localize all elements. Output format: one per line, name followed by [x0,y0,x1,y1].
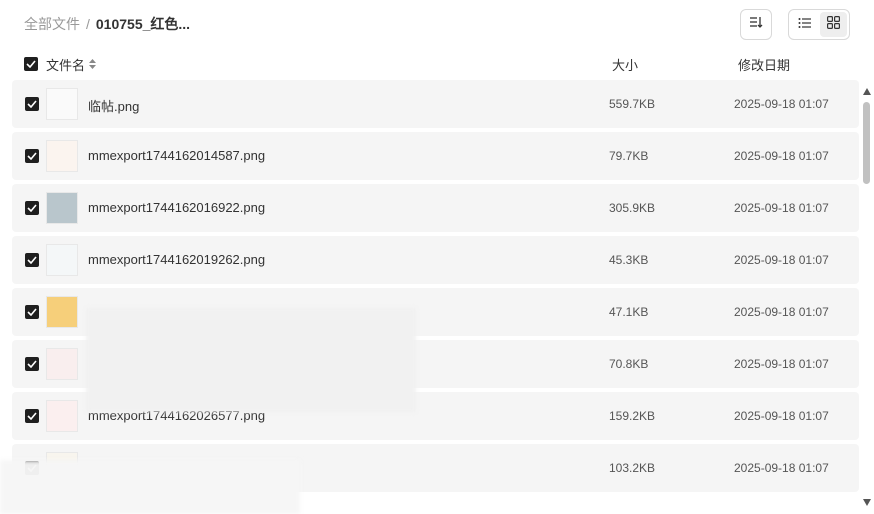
file-modified-date: 2025-09-18 01:07 [734,97,829,111]
file-size: 159.2KB [609,409,656,423]
file-size: 47.1KB [609,305,649,319]
sort-icon [749,15,763,34]
column-header-size[interactable]: 大小 [612,55,638,74]
file-name[interactable]: 临帖.png [88,96,139,115]
file-row[interactable]: mmexport1744162019262.png 45.3KB 2025-09-1… [12,236,859,284]
scroll-up-arrow-icon[interactable] [863,88,871,95]
file-name[interactable]: mmexport1744162014587.png [88,148,265,163]
breadcrumb-separator: / [86,16,90,32]
redaction-overlay [86,308,416,412]
file-size: 79.7KB [609,149,649,163]
grid-view-button[interactable] [820,12,847,37]
sort-toggle-icon[interactable] [89,57,97,72]
column-header-date[interactable]: 修改日期 [738,55,790,74]
file-modified-date: 2025-09-18 01:07 [734,201,829,215]
list-view-icon [798,16,812,34]
file-modified-date: 2025-09-18 01:07 [734,253,829,267]
column-header-name-label: 文件名 [46,57,86,73]
file-row[interactable]: 临帖.png 559.7KB 2025-09-18 01:07 [12,80,859,128]
file-thumbnail [46,140,78,172]
breadcrumb-root-link[interactable]: 全部文件 [24,14,80,34]
file-modified-date: 2025-09-18 01:07 [734,149,829,163]
row-checkbox[interactable] [25,201,39,215]
redaction-overlay [0,460,300,514]
file-size: 45.3KB [609,253,649,267]
sort-button[interactable] [740,9,772,40]
table-header: 文件名 大小 修改日期 [24,54,858,74]
breadcrumb-current-folder: 010755_红色... [95,16,191,32]
file-modified-date: 2025-09-18 01:07 [734,409,829,423]
file-modified-date: 2025-09-18 01:07 [734,357,829,371]
select-all-checkbox[interactable] [24,57,38,71]
file-size: 559.7KB [609,97,656,111]
file-name[interactable]: mmexport1744162016922.png [88,200,265,215]
file-size: 305.9KB [609,201,656,215]
scroll-down-arrow-icon[interactable] [863,499,871,506]
row-checkbox[interactable] [25,357,39,371]
row-checkbox[interactable] [25,149,39,163]
file-modified-date: 2025-09-18 01:07 [734,461,829,475]
row-checkbox[interactable] [25,409,39,423]
file-thumbnail [46,192,78,224]
file-name[interactable]: mmexport1744162019262.png [88,252,265,267]
file-thumbnail [46,296,78,328]
file-thumbnail [46,400,78,432]
file-thumbnail [46,88,78,120]
file-size: 103.2KB [609,461,656,475]
grid-view-icon [827,15,841,34]
file-modified-date: 2025-09-18 01:07 [734,305,829,319]
file-list: 临帖.png 559.7KB 2025-09-18 01:07 mmexport174… [12,80,859,514]
file-row[interactable]: mmexport1744162014587.png 79.7KB 2025-09-1… [12,132,859,180]
row-checkbox[interactable] [25,305,39,319]
toolbar [740,9,850,40]
row-checkbox[interactable] [25,97,39,111]
file-row[interactable]: mmexport1744162016922.png 305.9KB 2025-09-… [12,184,859,232]
list-view-button[interactable] [791,12,818,37]
file-thumbnail [46,348,78,380]
row-checkbox[interactable] [25,253,39,267]
breadcrumb: 全部文件 / 010755_红色... [24,14,190,34]
column-header-name[interactable]: 文件名 [46,55,97,74]
file-size: 70.8KB [609,357,649,371]
view-switch [788,9,850,40]
vertical-scrollbar[interactable] [860,84,874,514]
scrollbar-thumb[interactable] [863,102,870,184]
file-thumbnail [46,244,78,276]
